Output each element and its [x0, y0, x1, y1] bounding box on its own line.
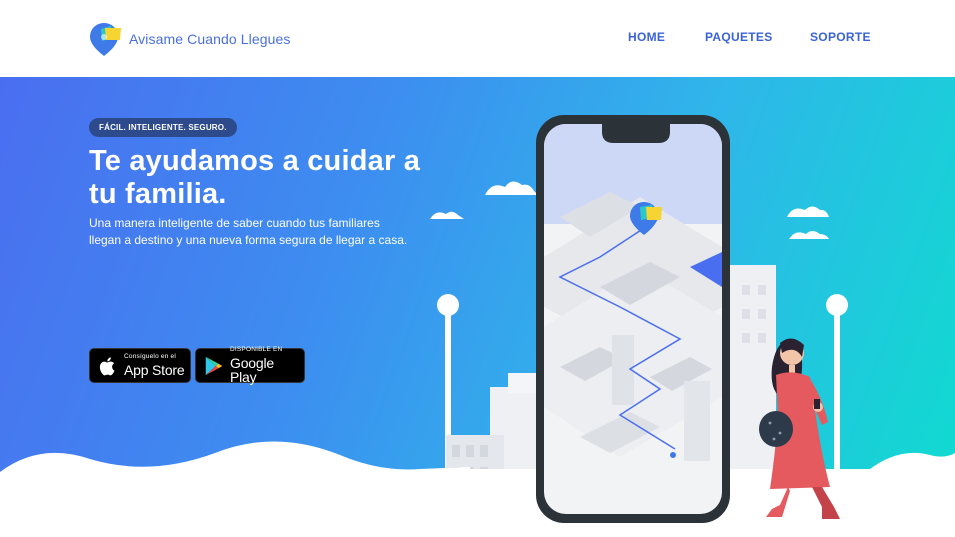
nav-soporte[interactable]: SOPORTE	[810, 30, 871, 44]
apple-icon	[99, 356, 115, 375]
site-header: Avisame Cuando Llegues HOME PAQUETES SOP…	[0, 0, 955, 77]
hero-subtext: Una manera inteligente de saber cuando t…	[89, 216, 408, 247]
hero-headline: Te ayudamos a cuidar a tu familia.	[89, 145, 421, 210]
app-store-small-text: Consíguelo en el	[124, 353, 176, 361]
app-store-button[interactable]: Consíguelo en el App Store	[89, 348, 191, 383]
wave-divider	[0, 441, 470, 537]
app-store-label: App Store	[124, 361, 185, 378]
google-play-button[interactable]: DISPONIBLE EN Google Play	[195, 346, 305, 385]
main-nav: HOME PAQUETES SOPORTE	[0, 30, 955, 50]
hero-section: FÁCIL. INTELIGENTE. SEGURO. Te ayudamos …	[0, 77, 955, 537]
google-play-small-text: DISPONIBLE EN	[230, 346, 283, 354]
google-play-label: Google Play	[230, 354, 274, 385]
nav-home[interactable]: HOME	[628, 30, 665, 44]
tagline-badge: FÁCIL. INTELIGENTE. SEGURO.	[89, 118, 237, 137]
phone-illustration	[536, 115, 730, 523]
nav-paquetes[interactable]: PAQUETES	[705, 30, 773, 44]
google-play-icon	[205, 356, 223, 375]
